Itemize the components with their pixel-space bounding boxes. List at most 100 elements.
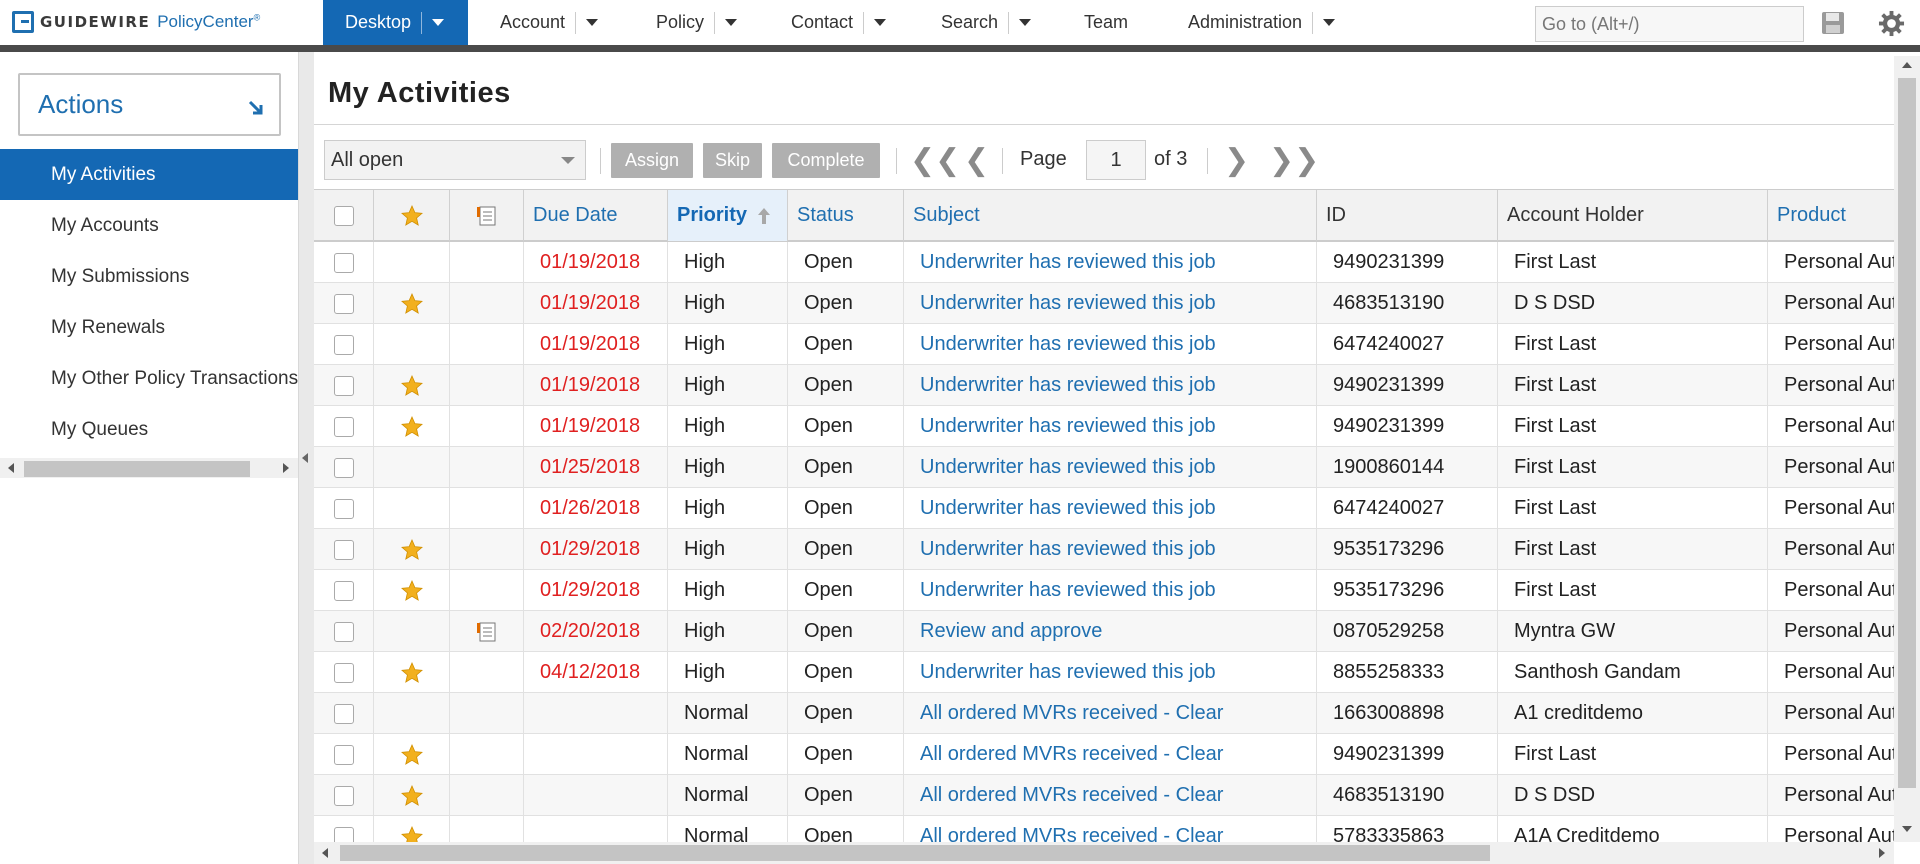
tab-administration[interactable]: Administration bbox=[1188, 0, 1336, 45]
previous-page-icon[interactable]: ❮ bbox=[964, 146, 989, 176]
table-row[interactable]: 01/19/2018 High Open Underwriter has review… bbox=[314, 242, 1894, 283]
scroll-left-icon[interactable] bbox=[8, 463, 14, 473]
subject-link[interactable]: Underwriter has reviewed this job bbox=[904, 488, 1317, 529]
table-row[interactable]: Normal Open All ordered MVRs received - Cl… bbox=[314, 816, 1894, 842]
sidebar-item-my-submissions[interactable]: My Submissions bbox=[0, 251, 298, 302]
row-checkbox[interactable] bbox=[333, 621, 354, 642]
flag-cell[interactable] bbox=[374, 365, 450, 406]
column-header-due-date[interactable]: Due Date bbox=[524, 190, 668, 241]
column-header-priority[interactable]: Priority bbox=[668, 190, 788, 241]
skip-button[interactable]: Skip bbox=[703, 143, 762, 178]
subject-link[interactable]: All ordered MVRs received - Clear bbox=[904, 734, 1317, 775]
subject-link[interactable]: Underwriter has reviewed this job bbox=[904, 365, 1317, 406]
sidebar-item-my-queues[interactable]: My Queues bbox=[0, 404, 298, 455]
row-checkbox[interactable] bbox=[333, 662, 354, 683]
table-row[interactable]: Normal Open All ordered MVRs received - Cl… bbox=[314, 693, 1894, 734]
horizontal-scrollbar[interactable] bbox=[314, 842, 1894, 864]
sidebar-horizontal-scrollbar[interactable] bbox=[0, 458, 298, 478]
column-header-notes[interactable] bbox=[450, 190, 524, 241]
row-checkbox[interactable] bbox=[333, 252, 354, 273]
table-row[interactable]: 01/26/2018 High Open Underwriter has review… bbox=[314, 488, 1894, 529]
row-checkbox[interactable] bbox=[333, 580, 354, 601]
column-header-account-holder[interactable]: Account Holder bbox=[1498, 190, 1768, 241]
scrollbar-thumb[interactable] bbox=[1898, 78, 1916, 788]
save-icon[interactable] bbox=[1820, 10, 1846, 36]
table-row[interactable]: 01/19/2018 High Open Underwriter has review… bbox=[314, 324, 1894, 365]
tab-search[interactable]: Search bbox=[941, 0, 1032, 45]
table-row[interactable]: 01/29/2018 High Open Underwriter has review… bbox=[314, 570, 1894, 611]
flag-cell[interactable] bbox=[374, 816, 450, 842]
flag-cell[interactable] bbox=[374, 283, 450, 324]
flag-cell[interactable] bbox=[374, 324, 450, 365]
chevron-down-icon[interactable] bbox=[1019, 19, 1032, 26]
scroll-right-icon[interactable] bbox=[283, 463, 289, 473]
subject-link[interactable]: All ordered MVRs received - Clear bbox=[904, 775, 1317, 816]
chevron-down-icon[interactable] bbox=[586, 19, 599, 26]
vertical-scrollbar[interactable] bbox=[1894, 56, 1920, 842]
flag-cell[interactable] bbox=[374, 447, 450, 488]
next-page-icon[interactable]: ❯ bbox=[1224, 146, 1249, 176]
sidebar-item-my-activities[interactable]: My Activities bbox=[0, 149, 298, 200]
subject-link[interactable]: Underwriter has reviewed this job bbox=[904, 324, 1317, 365]
logo[interactable]: GUIDEWIRE PolicyCenter® bbox=[12, 10, 260, 34]
sidebar-item-my-accounts[interactable]: My Accounts bbox=[0, 200, 298, 251]
subject-link[interactable]: Underwriter has reviewed this job bbox=[904, 406, 1317, 447]
row-checkbox[interactable] bbox=[333, 785, 354, 806]
activity-filter-select[interactable]: All open bbox=[324, 140, 586, 180]
flag-cell[interactable] bbox=[374, 242, 450, 283]
row-checkbox[interactable] bbox=[333, 375, 354, 396]
flag-cell[interactable] bbox=[374, 611, 450, 652]
table-row[interactable]: 01/19/2018 High Open Underwriter has review… bbox=[314, 365, 1894, 406]
table-row[interactable]: 01/19/2018 High Open Underwriter has review… bbox=[314, 406, 1894, 447]
sidebar-item-my-renewals[interactable]: My Renewals bbox=[0, 302, 298, 353]
actions-button[interactable]: Actions bbox=[18, 73, 281, 136]
scroll-down-icon[interactable] bbox=[1902, 826, 1912, 832]
subject-link[interactable]: Underwriter has reviewed this job bbox=[904, 570, 1317, 611]
row-checkbox[interactable] bbox=[333, 744, 354, 765]
complete-button[interactable]: Complete bbox=[772, 143, 880, 178]
subject-link[interactable]: Underwriter has reviewed this job bbox=[904, 283, 1317, 324]
sidebar-item-my-other-policy-transactions[interactable]: My Other Policy Transactions bbox=[0, 353, 298, 404]
row-checkbox[interactable] bbox=[333, 334, 354, 355]
gear-icon[interactable] bbox=[1878, 10, 1905, 37]
row-checkbox[interactable] bbox=[333, 826, 354, 842]
scroll-up-icon[interactable] bbox=[1902, 62, 1912, 68]
page-number-input[interactable]: 1 bbox=[1086, 140, 1146, 180]
tab-policy[interactable]: Policy bbox=[656, 0, 738, 45]
row-checkbox[interactable] bbox=[333, 498, 354, 519]
row-checkbox[interactable] bbox=[333, 457, 354, 478]
select-all-checkbox[interactable] bbox=[333, 205, 354, 226]
last-page-icon[interactable]: ❯❯ bbox=[1269, 146, 1319, 176]
column-header-subject[interactable]: Subject bbox=[904, 190, 1317, 241]
column-header-product[interactable]: Product bbox=[1768, 190, 1894, 241]
subject-link[interactable]: All ordered MVRs received - Clear bbox=[904, 816, 1317, 842]
scroll-left-icon[interactable] bbox=[322, 848, 328, 858]
chevron-down-icon[interactable] bbox=[725, 19, 738, 26]
flag-cell[interactable] bbox=[374, 734, 450, 775]
table-row[interactable]: 01/29/2018 High Open Underwriter has review… bbox=[314, 529, 1894, 570]
assign-button[interactable]: Assign bbox=[611, 143, 693, 178]
table-row[interactable]: Normal Open All ordered MVRs received - Cl… bbox=[314, 775, 1894, 816]
table-row[interactable]: Normal Open All ordered MVRs received - Cl… bbox=[314, 734, 1894, 775]
flag-cell[interactable] bbox=[374, 652, 450, 693]
flag-cell[interactable] bbox=[374, 693, 450, 734]
table-row[interactable]: 01/25/2018 High Open Underwriter has review… bbox=[314, 447, 1894, 488]
flag-cell[interactable] bbox=[374, 488, 450, 529]
table-row[interactable]: 01/19/2018 High Open Underwriter has review… bbox=[314, 283, 1894, 324]
column-header-status[interactable]: Status bbox=[788, 190, 904, 241]
row-checkbox[interactable] bbox=[333, 416, 354, 437]
tab-account[interactable]: Account bbox=[500, 0, 599, 45]
chevron-down-icon[interactable] bbox=[432, 19, 445, 26]
table-row[interactable]: 04/12/2018 High Open Underwriter has review… bbox=[314, 652, 1894, 693]
column-header-flag[interactable] bbox=[374, 190, 450, 241]
subject-link[interactable]: Underwriter has reviewed this job bbox=[904, 652, 1317, 693]
row-checkbox[interactable] bbox=[333, 293, 354, 314]
flag-cell[interactable] bbox=[374, 406, 450, 447]
tab-desktop[interactable]: Desktop bbox=[323, 0, 468, 45]
tab-team[interactable]: Team bbox=[1084, 0, 1128, 45]
chevron-down-icon[interactable] bbox=[1323, 19, 1336, 26]
flag-cell[interactable] bbox=[374, 529, 450, 570]
scrollbar-thumb[interactable] bbox=[340, 845, 1490, 861]
first-page-icon[interactable]: ❮❮ bbox=[910, 146, 960, 176]
flag-cell[interactable] bbox=[374, 570, 450, 611]
